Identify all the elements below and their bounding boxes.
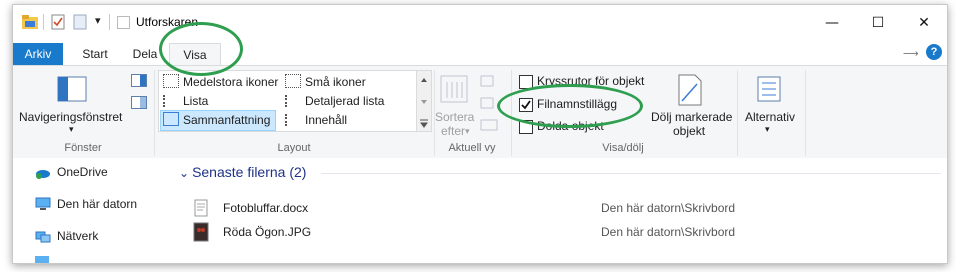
file-location: Den här datorn\Skrivbord <box>601 225 736 239</box>
group-header-label: Senaste filerna (2) <box>192 164 307 180</box>
layout-gallery: Medelstora ikoner Små ikoner Lista Detal… <box>158 70 418 132</box>
layout-small-icons[interactable]: Små ikoner <box>283 73 366 92</box>
panes-group-label: Fönster <box>64 142 102 154</box>
folder-small-icon <box>117 16 130 29</box>
layout-item-label: Detaljerad lista <box>305 94 385 108</box>
image-thumbnail-icon <box>193 222 209 242</box>
folder-app-icon[interactable] <box>21 14 39 30</box>
nav-item-label: Den här datorn <box>57 197 138 211</box>
small-icons-icon <box>285 74 301 88</box>
pin-ribbon-icon[interactable]: ⟶ <box>903 47 919 60</box>
group-divider <box>321 173 941 174</box>
file-name: Fotobluffar.docx <box>223 201 309 215</box>
scroll-arrows-icon <box>420 78 428 128</box>
sort-by-icon <box>440 75 468 103</box>
list-item[interactable]: Röda Ögon.JPG Den här datorn\Skrivbord <box>193 222 943 244</box>
tiles-icon <box>163 112 179 126</box>
layout-scrollbar[interactable] <box>416 70 432 132</box>
properties-icon[interactable] <box>51 14 65 30</box>
preview-pane-icon[interactable] <box>131 74 147 87</box>
title-bar: ▾ Utforskaren — ☐ ✕ <box>13 5 947 39</box>
navigation-pane-button[interactable]: Navigeringsfönstret ▾ <box>17 68 129 138</box>
navigation-pane-icon <box>57 76 87 102</box>
options-icon <box>757 76 781 102</box>
layout-medium-icons[interactable]: Medelstora ikoner <box>161 73 278 92</box>
group-header-recent[interactable]: ⌄ Senaste filerna (2) <box>179 162 306 182</box>
layout-item-label: Innehåll <box>305 113 348 127</box>
main-area: OneDrive Den här datorn Nätverk ⌄ Senaste… <box>13 158 947 263</box>
chevron-down-icon: ▾ <box>465 126 470 136</box>
hide-selected-icon <box>678 74 702 106</box>
layout-list[interactable]: Lista <box>161 92 208 111</box>
nav-item-network[interactable]: Nätverk <box>35 226 98 246</box>
navigation-pane: OneDrive Den här datorn Nätverk <box>13 158 173 263</box>
qat-separator <box>43 14 44 30</box>
nav-item-label: Nätverk <box>57 229 99 243</box>
qat-dropdown-icon[interactable]: ▾ <box>95 14 101 27</box>
highlight-ring-visa <box>159 22 243 76</box>
ribbon-view: Navigeringsfönstret ▾ Fönster Medelstora… <box>13 65 947 159</box>
chevron-down-icon: ▾ <box>765 124 770 134</box>
network-icon <box>35 231 51 243</box>
show-hide-group-label: Visa/dölj <box>602 142 644 154</box>
nav-item-this-pc[interactable]: Den här datorn <box>35 194 137 214</box>
layout-group-label: Layout <box>277 142 311 154</box>
nav-item-partial[interactable] <box>35 256 49 263</box>
tab-file[interactable]: Arkiv <box>13 43 63 65</box>
group-separator <box>805 70 806 156</box>
layout-tiles-selected[interactable]: Sammanfattning <box>160 110 276 131</box>
hide-selected-label-2: objekt <box>673 124 706 138</box>
chevron-down-icon: ▾ <box>69 124 74 134</box>
close-button[interactable]: ✕ <box>901 11 947 35</box>
layout-item-label: Medelstora ikoner <box>183 75 279 89</box>
help-icon[interactable]: ? <box>926 44 942 60</box>
navigation-pane-label: Navigeringsfönstret <box>19 110 123 124</box>
sort-by-label-2: efter <box>441 124 466 138</box>
layout-content[interactable]: Innehåll <box>283 111 347 130</box>
current-view-group-label: Aktuell vy <box>448 142 496 154</box>
file-name: Röda Ögon.JPG <box>223 225 312 239</box>
layout-item-label: Små ikoner <box>305 75 366 89</box>
file-location: Den här datorn\Skrivbord <box>601 201 736 215</box>
options-button[interactable]: Alternativ ▾ <box>741 68 801 140</box>
layout-details[interactable]: Detaljerad lista <box>283 92 384 111</box>
medium-icons-icon <box>163 74 179 88</box>
computer-icon <box>35 197 51 210</box>
list-icon <box>163 95 179 107</box>
hide-selected-button[interactable]: Dölj markerade <box>651 110 732 124</box>
current-view-group: Sortera efter ▾ Aktuell vy <box>435 66 509 158</box>
details-icon <box>285 95 301 107</box>
file-list: ⌄ Senaste filerna (2) Fotobluffar.docx De… <box>175 158 947 263</box>
explorer-window: ▾ Utforskaren — ☐ ✕ Arkiv Start Dela Vis… <box>12 4 948 264</box>
layout-item-label: Lista <box>183 94 209 108</box>
layout-item-label: Sammanfattning <box>183 113 271 127</box>
chevron-down-icon: ⌄ <box>179 166 190 180</box>
document-icon <box>194 199 208 217</box>
group-separator <box>737 70 738 156</box>
ribbon-tabs: Arkiv Start Dela Visa ⟶ ? <box>13 39 947 66</box>
panes-group: Navigeringsfönstret ▾ Fönster <box>13 66 153 158</box>
maximize-button[interactable]: ☐ <box>855 11 901 35</box>
highlight-ring-file-extensions <box>497 84 643 128</box>
sort-by-button[interactable]: Sortera <box>435 110 474 124</box>
list-item[interactable]: Fotobluffar.docx Den här datorn\Skrivbor… <box>193 198 943 220</box>
details-pane-icon[interactable] <box>131 96 147 109</box>
onedrive-icon <box>36 170 50 179</box>
qat-separator <box>109 14 110 30</box>
tab-start[interactable]: Start <box>73 43 117 65</box>
group-separator <box>154 70 155 156</box>
options-label: Alternativ <box>745 110 796 124</box>
nav-item-label: OneDrive <box>57 165 108 179</box>
minimize-button[interactable]: — <box>809 11 855 35</box>
new-folder-icon[interactable] <box>73 14 87 30</box>
nav-item-onedrive[interactable]: OneDrive <box>35 162 108 182</box>
content-icon <box>285 114 301 126</box>
